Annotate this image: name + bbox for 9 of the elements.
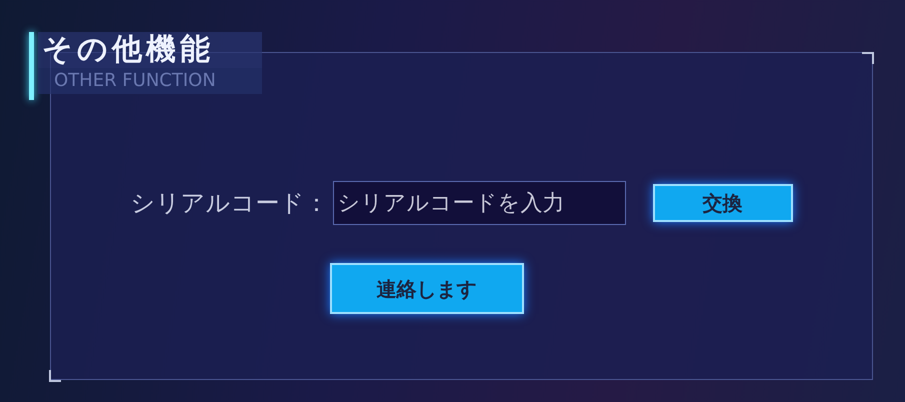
serial-code-label: シリアルコード： — [130, 188, 328, 219]
serial-code-field[interactable]: シリアルコードを入力 — [332, 181, 626, 225]
corner-mark-icon — [49, 370, 61, 382]
title-accent-bar — [29, 32, 34, 100]
section-title: その他機能 — [38, 32, 262, 68]
section-subtitle: OTHER FUNCTION — [38, 68, 262, 94]
contact-button[interactable]: 連絡します — [330, 263, 524, 314]
exchange-button[interactable]: 交換 — [652, 184, 792, 222]
corner-mark-icon — [862, 52, 874, 64]
